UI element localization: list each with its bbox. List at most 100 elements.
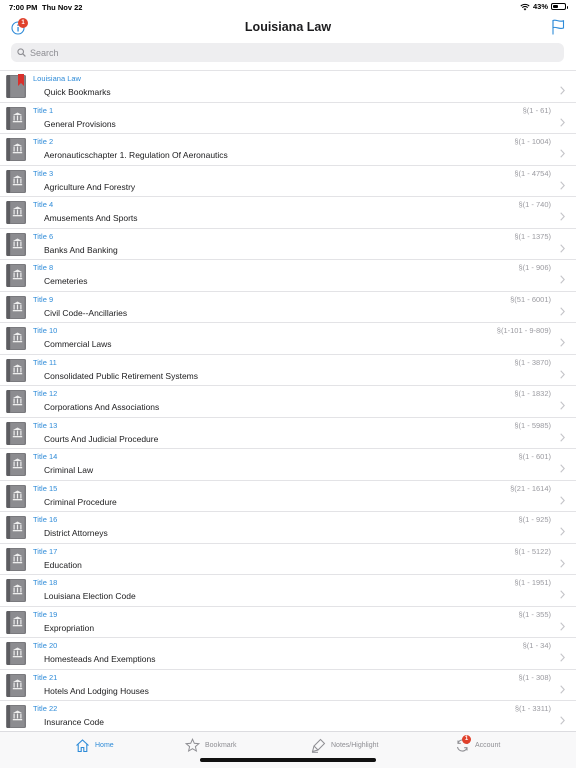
title-name: Criminal Law <box>44 465 94 475</box>
law-book-icon <box>5 452 27 477</box>
title-number: Title 8 <box>33 263 54 272</box>
law-book-icon <box>5 515 27 540</box>
search-bar[interactable] <box>11 43 564 62</box>
section-range: §(1 - 308) <box>518 672 551 682</box>
title-name: Education <box>44 559 82 570</box>
tab-home[interactable]: Home <box>75 738 114 753</box>
title-name: Agriculture And Forestry <box>44 181 136 192</box>
title-name: Criminal Procedure <box>44 496 117 507</box>
chevron-right-icon <box>560 523 565 536</box>
law-book-icon <box>5 358 27 383</box>
law-book-icon <box>5 547 27 572</box>
title-name: Homesteads And Exemptions <box>44 654 156 664</box>
list-item-title[interactable]: Title 19 Expropriation §(1 - 355) <box>0 607 576 638</box>
list-item-title[interactable]: Title 4 Amusements And Sports §(1 - 740) <box>0 197 576 229</box>
list-item-title[interactable]: Title 10 Commercial Laws §(1-101 - 9-809) <box>0 323 576 355</box>
list-item-quick-bookmarks[interactable]: Louisiana Law Quick Bookmarks <box>0 71 576 103</box>
section-range: §(1 - 906) <box>518 263 551 272</box>
title-name: Commercial Laws <box>44 339 112 349</box>
list-item-title[interactable]: Title 16 District Attorneys §(1 - 925) <box>0 512 576 544</box>
flag-icon <box>552 19 565 35</box>
tab-label: Home <box>95 742 114 749</box>
list-item-title[interactable]: Title 12 Corporations And Associations §(1… <box>0 386 576 418</box>
status-bar: 7:00 PM Thu Nov 22 43% <box>0 0 576 14</box>
chevron-right-icon <box>560 271 565 284</box>
title-name: Hotels And Lodging Houses <box>44 685 149 696</box>
title-name: Corporations And Associations <box>44 402 160 412</box>
section-range: §(1 - 1004) <box>514 137 551 146</box>
highlighter-icon <box>311 738 326 753</box>
chevron-right-icon <box>560 177 565 190</box>
tab-bar: Home Bookmark Notes/Highlight 1 Account <box>0 731 576 768</box>
star-icon <box>184 737 201 753</box>
status-time: 7:00 PM <box>9 3 38 12</box>
list-item-title[interactable]: Title 15 Criminal Procedure §(21 - 1614) <box>0 481 576 512</box>
title-number: Title 13 <box>33 420 58 430</box>
tab-account[interactable]: 1 Account <box>455 735 500 753</box>
title-number: Title 10 <box>33 326 58 335</box>
list-item-title[interactable]: Title 13 Courts And Judicial Procedure §(1… <box>0 418 576 449</box>
law-book-icon <box>5 295 27 320</box>
title-number: Title 12 <box>33 389 58 398</box>
page-title: Louisiana Law <box>244 20 332 34</box>
title-number: Title 20 <box>33 641 58 650</box>
law-book-icon <box>5 169 27 194</box>
section-range: §(1 - 61) <box>522 105 551 115</box>
tab-label: Bookmark <box>205 742 237 749</box>
title-number: Title 22 <box>33 704 58 713</box>
law-book-icon <box>5 106 27 131</box>
section-range: §(1 - 355) <box>518 609 551 619</box>
home-icon <box>75 738 90 753</box>
list-item-title[interactable]: Title 8 Cemeteries §(1 - 906) <box>0 260 576 292</box>
title-list[interactable]: Louisiana Law Quick Bookmarks Title 1 Gener… <box>0 70 576 731</box>
chevron-right-icon <box>560 649 565 662</box>
title-number: Title 17 <box>33 546 58 556</box>
title-name: District Attorneys <box>44 528 108 538</box>
search-input[interactable] <box>30 47 530 58</box>
title-name: General Provisions <box>44 118 116 129</box>
chevron-right-icon <box>560 555 565 568</box>
title-number: Louisiana Law <box>33 74 81 83</box>
title-name: Consolidated Public Retirement Systems <box>44 370 199 381</box>
list-item-title[interactable]: Title 1 General Provisions §(1 - 61) <box>0 103 576 134</box>
title-number: Title 19 <box>33 609 58 619</box>
law-book-icon <box>5 137 27 162</box>
chevron-right-icon <box>560 618 565 631</box>
list-item-title[interactable]: Title 18 Louisiana Election Code §(1 - 195… <box>0 575 576 607</box>
title-name: Quick Bookmarks <box>44 87 111 97</box>
list-item-title[interactable]: Title 3 Agriculture And Forestry §(1 - 475… <box>0 166 576 197</box>
list-item-title[interactable]: Title 11 Consolidated Public Retirement S… <box>0 355 576 386</box>
title-number: Title 15 <box>33 483 58 493</box>
wifi-icon <box>520 3 530 10</box>
flag-button[interactable] <box>551 19 565 35</box>
list-item-title[interactable]: Title 6 Banks And Banking §(1 - 1375) <box>0 229 576 260</box>
chevron-right-icon <box>560 240 565 253</box>
tab-notes-highlight[interactable]: Notes/Highlight <box>311 738 378 753</box>
bookmark-book-icon <box>5 74 27 99</box>
title-name: Insurance Code <box>44 717 105 727</box>
list-item-title[interactable]: Title 14 Criminal Law §(1 - 601) <box>0 449 576 481</box>
tab-bookmark[interactable]: Bookmark <box>184 737 237 753</box>
status-indicators: 43% <box>520 2 568 11</box>
list-item-title[interactable]: Title 20 Homesteads And Exemptions §(1 - 3… <box>0 638 576 670</box>
title-name: Cemeteries <box>44 276 88 286</box>
title-number: Title 1 <box>33 105 54 115</box>
law-book-icon <box>5 641 27 666</box>
chevron-right-icon <box>560 429 565 442</box>
title-number: Title 18 <box>33 578 58 587</box>
list-item-title[interactable]: Title 22 Insurance Code §(1 - 3311) <box>0 701 576 731</box>
list-item-title[interactable]: Title 17 Education §(1 - 5122) <box>0 544 576 575</box>
title-number: Title 9 <box>33 294 54 304</box>
section-range: §(51 - 6001) <box>510 294 551 304</box>
section-range: §(1 - 1951) <box>514 578 551 587</box>
chevron-right-icon <box>560 397 565 410</box>
list-item-title[interactable]: Title 9 Civil Code--Ancillaries §(51 - 600… <box>0 292 576 323</box>
list-item-title[interactable]: Title 21 Hotels And Lodging Houses §(1 - 3… <box>0 670 576 701</box>
law-book-icon <box>5 232 27 257</box>
chevron-right-icon <box>560 303 565 316</box>
section-range: §(1 - 1375) <box>514 231 551 241</box>
section-range: §(1 - 601) <box>518 452 551 461</box>
chevron-right-icon <box>560 681 565 694</box>
list-item-title[interactable]: Title 2 Aeronauticschapter 1. Regulation … <box>0 134 576 166</box>
title-name: Civil Code--Ancillaries <box>44 307 128 318</box>
